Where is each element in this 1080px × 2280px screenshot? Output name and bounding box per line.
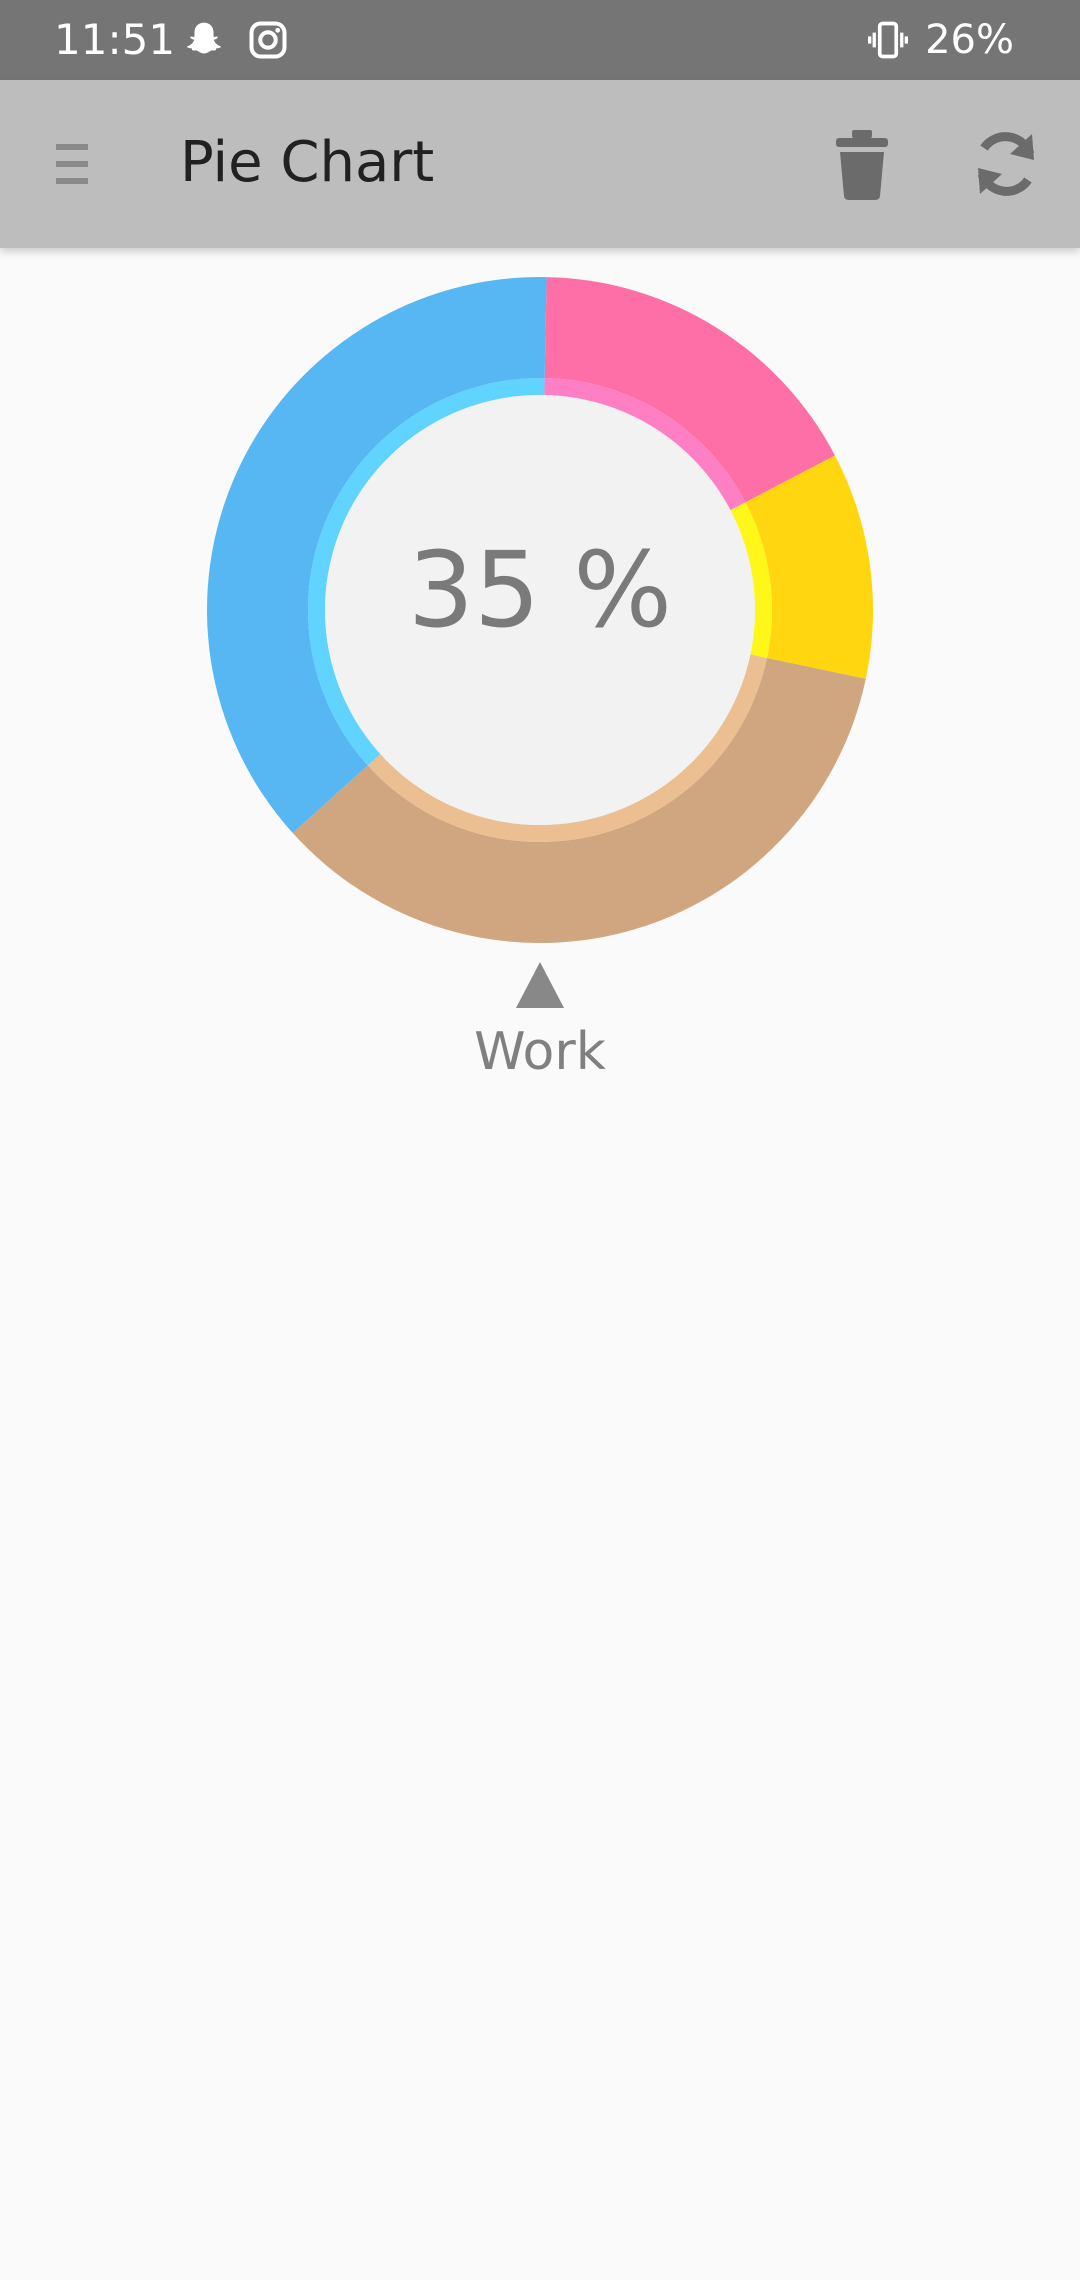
snapchat-icon [187, 22, 221, 54]
vibrate-icon [868, 21, 908, 59]
chart-center-percentage: 35 % [407, 529, 673, 651]
triangle-up-icon [516, 962, 564, 1008]
trash-icon[interactable] [822, 124, 902, 204]
instagram-icon [249, 21, 287, 59]
page-title: Pie Chart [180, 130, 435, 195]
selected-slice-label: Work [474, 1022, 606, 1082]
app-bar: Pie Chart [0, 80, 1080, 248]
status-time: 11:51 [54, 15, 176, 64]
battery-level: 26% [925, 17, 1014, 63]
status-bar: 11:51 26% [0, 0, 1080, 80]
menu-icon[interactable] [52, 138, 96, 190]
refresh-icon[interactable] [966, 124, 1046, 204]
